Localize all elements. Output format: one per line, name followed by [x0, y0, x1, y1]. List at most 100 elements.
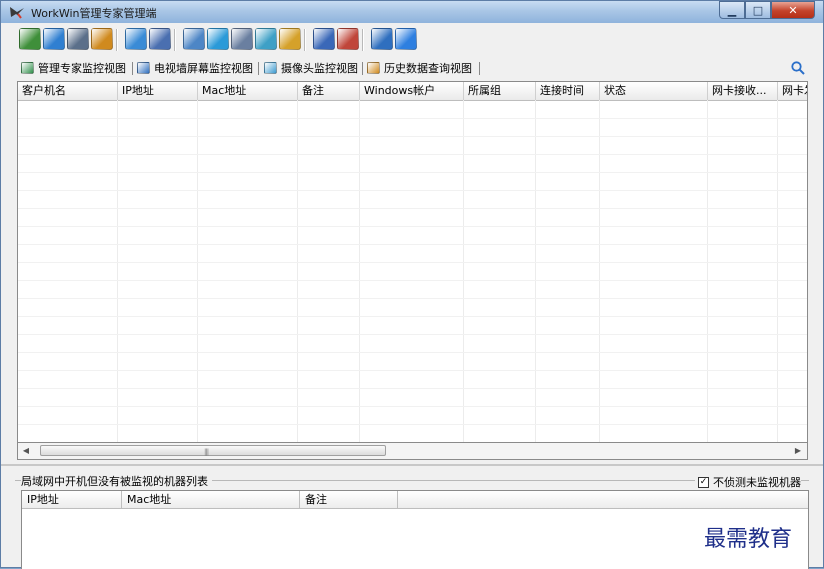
copy-icon[interactable]: [255, 28, 277, 50]
column-header[interactable]: 网卡接收...: [708, 82, 778, 100]
tab-separator: [362, 62, 363, 75]
unmonitored-list-title: 局域网中开机但没有被监视的机器列表: [21, 473, 212, 489]
scroll-grip-icon: |||: [204, 448, 209, 456]
unmonitored-table[interactable]: IP地址 Mac地址 备注: [21, 490, 809, 569]
pushpin-icon[interactable]: [149, 28, 171, 50]
monitor-view-icon: [21, 62, 34, 74]
watermark-text: 最需教育: [704, 527, 793, 552]
pencil-icon[interactable]: [125, 28, 147, 50]
view-tabs: 管理专家监控视图 电视墙屏幕监控视图 摄像头监控视图 历史数据查询视图: [1, 58, 823, 78]
tab-0[interactable]: 管理专家监控视图: [21, 60, 126, 76]
tab-separator: [479, 62, 480, 75]
stack-icon[interactable]: [19, 28, 41, 50]
users-icon[interactable]: [91, 28, 113, 50]
column-header[interactable]: 客户机名: [18, 82, 118, 100]
column-header[interactable]: IP地址: [118, 82, 198, 100]
grid-row-line: [18, 118, 807, 119]
toolbar-separator: [116, 29, 118, 51]
grid-row-line: [18, 298, 807, 299]
globe-icon[interactable]: [43, 28, 65, 50]
grid-row-line: [18, 190, 807, 191]
screen-icon[interactable]: [183, 28, 205, 50]
grid-row-line: [18, 172, 807, 173]
grid-column-line: [117, 100, 118, 442]
window-title: WorkWin管理专家管理端: [31, 7, 157, 20]
toolbar-separator: [174, 29, 176, 51]
maximize-button[interactable]: □: [745, 1, 771, 19]
checkbox-box[interactable]: ✓: [698, 476, 709, 488]
minimize-button[interactable]: ▁: [719, 1, 745, 19]
report-icon[interactable]: [231, 28, 253, 50]
search-icon[interactable]: [790, 60, 806, 76]
grid-row-line: [18, 388, 807, 389]
tab-label: 历史数据查询视图: [384, 62, 472, 75]
column-header[interactable]: Windows帐户: [360, 82, 464, 100]
help-icon[interactable]: [395, 28, 417, 50]
unmonitored-column-filler: [398, 491, 808, 508]
grid-row-line: [18, 280, 807, 281]
panel-splitter[interactable]: [1, 464, 823, 466]
cart-icon[interactable]: [371, 28, 393, 50]
scroll-left-icon[interactable]: ◀: [20, 445, 32, 457]
grid-row-line: [18, 316, 807, 317]
tab-label: 电视墙屏幕监控视图: [154, 62, 253, 75]
grid-row-line: [18, 208, 807, 209]
grid-row-line: [18, 352, 807, 353]
main-window: WorkWin管理专家管理端 ▁ □ ✕ 管理专家监控视图 电视墙屏幕监控视图 摄像…: [0, 0, 824, 569]
tab-2[interactable]: 摄像头监控视图: [264, 60, 358, 76]
tab-separator: [258, 62, 259, 75]
scroll-right-icon[interactable]: ▶: [792, 445, 804, 457]
grid-column-line: [297, 100, 298, 442]
column-header[interactable]: 所属组: [464, 82, 536, 100]
grid-row-line: [18, 136, 807, 137]
grid-column-line: [777, 100, 778, 442]
client-table-header: 客户机名 IP地址 Mac地址 备注 Windows帐户 所属组 连接时间 状态 网卡接收...…: [18, 82, 807, 101]
grid-column-line: [707, 100, 708, 442]
grid-column-line: [359, 100, 360, 442]
tab-3[interactable]: 历史数据查询视图: [367, 60, 472, 76]
tab-1[interactable]: 电视墙屏幕监控视图: [137, 60, 253, 76]
toolbar-separator: [304, 29, 306, 51]
close-icon: ✕: [788, 3, 798, 17]
grid-row-line: [18, 244, 807, 245]
grid-row-line: [18, 370, 807, 371]
grid-column-line: [197, 100, 198, 442]
monitor-settings-icon[interactable]: [67, 28, 89, 50]
column-header[interactable]: 网卡发: [778, 82, 807, 100]
grid-row-line: [18, 262, 807, 263]
no-detect-unmonitored-checkbox[interactable]: ✓ 不侦测未监视机器: [695, 474, 801, 490]
scroll-thumb[interactable]: |||: [40, 445, 386, 456]
disk-icon[interactable]: [279, 28, 301, 50]
client-table[interactable]: 客户机名 IP地址 Mac地址 备注 Windows帐户 所属组 连接时间 状态 网卡接收...…: [17, 81, 808, 443]
unmonitored-column-header[interactable]: IP地址: [22, 491, 122, 508]
column-header[interactable]: Mac地址: [198, 82, 298, 100]
grid-row-line: [18, 424, 807, 425]
document-icon[interactable]: [337, 28, 359, 50]
column-header[interactable]: 备注: [298, 82, 360, 100]
grid-column-line: [535, 100, 536, 442]
toolbar-separator: [362, 29, 364, 51]
column-header[interactable]: 连接时间: [536, 82, 600, 100]
app-logo-icon: [10, 7, 24, 19]
unmonitored-column-header[interactable]: Mac地址: [122, 491, 300, 508]
grid-row-line: [18, 406, 807, 407]
close-button[interactable]: ✕: [771, 1, 815, 19]
grid-row-line: [18, 226, 807, 227]
camera-icon: [264, 62, 277, 74]
horizontal-scrollbar[interactable]: ◀ ||| ▶: [17, 443, 808, 460]
tv-wall-icon: [137, 62, 150, 74]
tools-icon[interactable]: [207, 28, 229, 50]
tab-label: 管理专家监控视图: [38, 62, 126, 75]
history-icon: [367, 62, 380, 74]
grid-column-line: [463, 100, 464, 442]
column-header[interactable]: 状态: [600, 82, 708, 100]
title-bar: WorkWin管理专家管理端 ▁ □ ✕: [1, 1, 823, 23]
maximize-icon: □: [752, 3, 764, 17]
unmonitored-column-header[interactable]: 备注: [300, 491, 398, 508]
tab-label: 摄像头监控视图: [281, 62, 358, 75]
grid-row-line: [18, 334, 807, 335]
grid-column-line: [599, 100, 600, 442]
unmonitored-table-header: IP地址 Mac地址 备注: [22, 491, 808, 509]
save-icon[interactable]: [313, 28, 335, 50]
tab-separator: [132, 62, 133, 75]
